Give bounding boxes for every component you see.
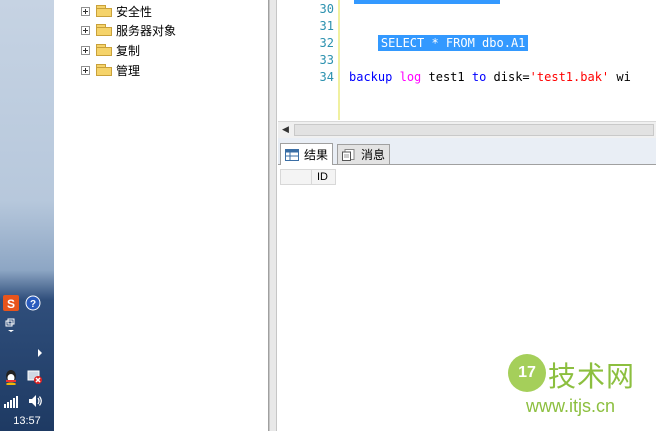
tree-item-security[interactable]: 安全性 — [81, 2, 152, 20]
line-number: 30 — [319, 2, 334, 16]
expand-icon[interactable] — [81, 65, 90, 75]
watermark-title: 技术网 — [548, 360, 636, 393]
grid-corner-header[interactable] — [280, 169, 312, 185]
function-token: log — [399, 70, 422, 84]
expand-icon[interactable] — [81, 6, 90, 16]
keyword-token: backup — [349, 70, 393, 84]
change-indicator-bar — [338, 0, 340, 120]
column-header-id[interactable]: ID — [312, 169, 336, 185]
keyword-token: to — [471, 70, 487, 84]
plain-token: test1 — [421, 70, 472, 84]
selected-line-30[interactable] — [354, 0, 500, 4]
tab-label: 结果 — [304, 148, 329, 162]
expand-icon[interactable] — [81, 25, 90, 35]
plain-token: wi — [609, 70, 631, 84]
folder-icon — [96, 44, 112, 56]
object-explorer: 安全性 服务器对象 复制 管理 — [54, 0, 269, 431]
folder-icon — [96, 64, 112, 76]
tree-item-server-objects[interactable]: 服务器对象 — [81, 21, 176, 39]
line-number: 33 — [319, 53, 334, 67]
signal-icon[interactable] — [3, 393, 19, 409]
folder-icon — [96, 5, 112, 17]
tree-item-label: 管理 — [116, 63, 141, 78]
line-number-gutter: 30 31 32 33 34 — [278, 0, 339, 120]
grid-icon — [285, 148, 299, 161]
tab-label: 消息 — [361, 148, 386, 162]
qq-icon[interactable] — [3, 369, 19, 386]
line-number: 34 — [319, 70, 334, 84]
tree-item-replication[interactable]: 复制 — [81, 41, 140, 59]
tree-item-label: 服务器对象 — [116, 23, 177, 38]
code-line-34[interactable]: backup log test1 to disk='test1.bak' wi — [349, 69, 631, 86]
code-line-31[interactable]: SELECT * FROM dbo.A1 — [349, 18, 529, 51]
watermark: 17 技术网 www.itjs.cn — [508, 354, 650, 422]
tree-item-label: 复制 — [116, 43, 141, 58]
selected-text[interactable]: SELECT * FROM dbo.A1 — [377, 35, 529, 51]
help-icon[interactable]: ? — [25, 295, 41, 311]
volume-icon[interactable] — [27, 393, 43, 409]
taskbar: S ? 13:57 — [0, 0, 54, 431]
tab-messages[interactable]: 消息 — [337, 144, 391, 164]
line-number: 31 — [319, 19, 334, 33]
expand-arrow-icon[interactable] — [32, 345, 48, 361]
plain-token: disk= — [486, 70, 530, 84]
svg-text:?: ? — [30, 299, 36, 310]
tree-item-label: 安全性 — [116, 4, 153, 19]
sogou-ime-icon[interactable]: S — [3, 295, 19, 311]
folder-icon — [96, 24, 112, 36]
tree-item-management[interactable]: 管理 — [81, 61, 140, 79]
tab-results[interactable]: 结果 — [280, 143, 334, 165]
results-tab-bar: 结果 消息 — [278, 138, 656, 165]
expand-icon[interactable] — [81, 45, 90, 55]
messages-icon — [342, 148, 356, 161]
watermark-logo: 17 — [508, 354, 546, 392]
pane-splitter[interactable] — [269, 0, 277, 431]
restore-icon[interactable] — [3, 318, 19, 334]
network-disconnected-icon[interactable] — [27, 369, 43, 385]
horizontal-scrollbar[interactable]: ◀ — [278, 121, 656, 138]
line-number: 32 — [319, 36, 334, 50]
svg-text:S: S — [7, 297, 15, 311]
query-editor[interactable]: 30 31 32 33 34 SELECT * FROM dbo.A1 back… — [278, 0, 656, 120]
clock[interactable]: 13:57 — [0, 415, 54, 427]
scroll-left-icon[interactable]: ◀ — [282, 125, 289, 135]
scrollbar-thumb[interactable] — [294, 124, 654, 136]
string-token: 'test1.bak' — [529, 70, 610, 84]
watermark-url: www.itjs.cn — [526, 396, 616, 416]
